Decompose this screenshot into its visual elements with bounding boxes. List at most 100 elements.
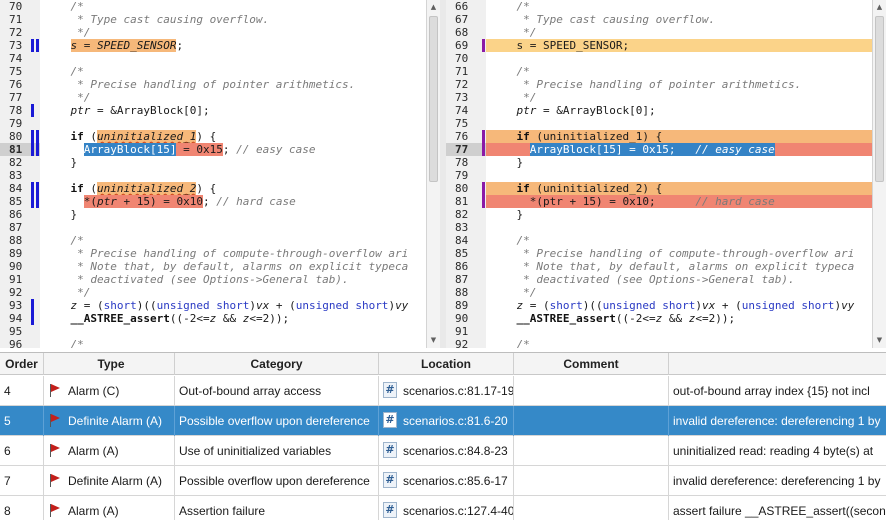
- code-text[interactable]: ArrayBlock[15] = 0x15; // easy case: [44, 143, 316, 156]
- column-header-message[interactable]: [669, 353, 886, 375]
- code-line[interactable]: 79: [446, 169, 872, 182]
- table-row[interactable]: 5 Definite Alarm (A) Possible overflow upo…: [0, 406, 886, 436]
- code-line[interactable]: 70 /*: [0, 0, 426, 13]
- code-text[interactable]: }: [44, 208, 77, 221]
- code-line[interactable]: 96 /*: [0, 338, 426, 348]
- cell-location-label[interactable]: scenarios.c:85.6-17: [403, 474, 508, 488]
- code-text[interactable]: }: [490, 208, 523, 221]
- scroll-up-icon[interactable]: ▲: [427, 1, 440, 14]
- code-line[interactable]: 91 * deactivated (see Options->General t…: [0, 273, 426, 286]
- left-code-view[interactable]: 70 /* 71 * Type cast causing overflow. 72 …: [0, 0, 426, 348]
- code-text[interactable]: * Precise handling of pointer arithmetic…: [490, 78, 801, 91]
- cell-location-label[interactable]: scenarios.c:81.17-19: [403, 384, 513, 398]
- table-row[interactable]: 8 Alarm (A) Assertion failure # scenarios.c:…: [0, 496, 886, 520]
- cell-location-label[interactable]: scenarios.c:127.4-40: [403, 504, 513, 518]
- scroll-down-icon[interactable]: ▼: [427, 334, 440, 347]
- alarm-marker[interactable]: [31, 104, 34, 117]
- table-row[interactable]: 6 Alarm (A) Use of uninitialized variables…: [0, 436, 886, 466]
- alarm-marker[interactable]: [31, 130, 34, 143]
- code-line[interactable]: 90 * Note that, by default, alarms on ex…: [0, 260, 426, 273]
- code-line[interactable]: 71 * Type cast causing overflow.: [0, 13, 426, 26]
- alarm-marker[interactable]: [36, 143, 39, 156]
- code-text[interactable]: /*: [490, 234, 529, 247]
- code-text[interactable]: ptr = &ArrayBlock[0];: [44, 104, 210, 117]
- code-text[interactable]: ptr = &ArrayBlock[0];: [490, 104, 656, 117]
- code-text[interactable]: * Precise handling of compute-through-ov…: [44, 247, 408, 260]
- code-text[interactable]: *(ptr + 15) = 0x10; // hard case: [490, 195, 775, 208]
- alarm-marker[interactable]: [31, 299, 34, 312]
- left-vertical-scrollbar[interactable]: ▲ ▼: [426, 0, 440, 348]
- code-line[interactable]: 86 }: [0, 208, 426, 221]
- alarm-marker[interactable]: [482, 143, 485, 156]
- code-text[interactable]: * Type cast causing overflow.: [490, 13, 715, 26]
- alarm-table[interactable]: Order Type Category Location Comment 4 Al…: [0, 352, 886, 520]
- cell-comment[interactable]: [514, 496, 669, 520]
- code-line[interactable]: 83: [446, 221, 872, 234]
- code-text[interactable]: s = SPEED_SENSOR;: [490, 39, 629, 52]
- code-line[interactable]: 87: [0, 221, 426, 234]
- code-line[interactable]: 80 if (uninitialized_2) {: [446, 182, 872, 195]
- right-scrollbar-thumb[interactable]: [875, 16, 884, 182]
- code-text[interactable]: */: [44, 91, 90, 104]
- code-line[interactable]: 85 *(ptr + 15) = 0x10; // hard case: [0, 195, 426, 208]
- code-line[interactable]: 89 * Precise handling of compute-through…: [0, 247, 426, 260]
- cell-comment[interactable]: [514, 406, 669, 436]
- code-text[interactable]: }: [44, 156, 77, 169]
- code-line[interactable]: 84 if (uninitialized_2) {: [0, 182, 426, 195]
- code-text[interactable]: __ASTREE_assert((-2<=z && z<=2));: [44, 312, 290, 325]
- alarm-marker[interactable]: [36, 130, 39, 143]
- alarm-marker[interactable]: [482, 182, 485, 195]
- code-text[interactable]: * Precise handling of pointer arithmetic…: [44, 78, 355, 91]
- code-text[interactable]: __ASTREE_assert((-2<=z && z<=2));: [490, 312, 736, 325]
- code-text[interactable]: */: [44, 286, 90, 299]
- cell-location[interactable]: # scenarios.c:81.6-20: [379, 406, 514, 436]
- cell-comment[interactable]: [514, 376, 669, 406]
- column-header-type[interactable]: Type: [44, 353, 175, 375]
- code-line[interactable]: 73 */: [446, 91, 872, 104]
- code-text[interactable]: /*: [44, 338, 83, 348]
- code-text[interactable]: */: [44, 26, 90, 39]
- code-line[interactable]: 83: [0, 169, 426, 182]
- code-text[interactable]: * deactivated (see Options->General tab)…: [44, 273, 349, 286]
- left-source-pane[interactable]: 70 /* 71 * Type cast causing overflow. 72 …: [0, 0, 426, 348]
- code-line[interactable]: 68 */: [446, 26, 872, 39]
- code-text[interactable]: s = SPEED_SENSOR;: [44, 39, 183, 52]
- right-code-view[interactable]: 66 /* 67 * Type cast causing overflow. 68 …: [446, 0, 872, 348]
- alarm-marker[interactable]: [36, 195, 39, 208]
- code-text[interactable]: /*: [490, 65, 529, 78]
- cell-location[interactable]: # scenarios.c:81.17-19: [379, 376, 514, 406]
- code-text[interactable]: *(ptr + 15) = 0x10; // hard case: [44, 195, 296, 208]
- alarm-marker[interactable]: [36, 39, 39, 52]
- code-text[interactable]: z = (short)((unsigned short)vx + (unsign…: [490, 299, 855, 312]
- cell-comment[interactable]: [514, 436, 669, 466]
- code-text[interactable]: /*: [490, 338, 529, 348]
- code-line[interactable]: 95: [0, 325, 426, 338]
- location-hash-icon[interactable]: #: [383, 472, 397, 489]
- code-text[interactable]: if (uninitialized_2) {: [490, 182, 663, 195]
- alarm-marker[interactable]: [31, 182, 34, 195]
- code-line[interactable]: 93 z = (short)((unsigned short)vx + (uns…: [0, 299, 426, 312]
- alarm-marker[interactable]: [31, 312, 34, 325]
- code-line[interactable]: 87 * deactivated (see Options->General t…: [446, 273, 872, 286]
- code-text[interactable]: * Type cast causing overflow.: [44, 13, 269, 26]
- code-line[interactable]: 92 /*: [446, 338, 872, 348]
- column-header-order[interactable]: Order: [0, 353, 44, 375]
- alarm-marker[interactable]: [36, 182, 39, 195]
- code-line[interactable]: 70: [446, 52, 872, 65]
- code-text[interactable]: /*: [490, 0, 529, 13]
- code-line[interactable]: 78 }: [446, 156, 872, 169]
- code-line[interactable]: 85 * Precise handling of compute-through…: [446, 247, 872, 260]
- code-line[interactable]: 88 */: [446, 286, 872, 299]
- code-text[interactable]: if (uninitialized_1) {: [44, 130, 216, 143]
- column-header-location[interactable]: Location: [379, 353, 514, 375]
- alarm-marker[interactable]: [482, 39, 485, 52]
- code-text[interactable]: }: [490, 156, 523, 169]
- code-text[interactable]: */: [490, 91, 536, 104]
- code-text[interactable]: * Note that, by default, alarms on expli…: [490, 260, 854, 273]
- right-preprocessed-pane[interactable]: 66 /* 67 * Type cast causing overflow. 68 …: [446, 0, 872, 348]
- code-line[interactable]: 66 /*: [446, 0, 872, 13]
- code-text[interactable]: * Note that, by default, alarms on expli…: [44, 260, 408, 273]
- cell-location[interactable]: # scenarios.c:84.8-23: [379, 436, 514, 466]
- code-line[interactable]: 74: [0, 52, 426, 65]
- alarm-marker[interactable]: [31, 143, 34, 156]
